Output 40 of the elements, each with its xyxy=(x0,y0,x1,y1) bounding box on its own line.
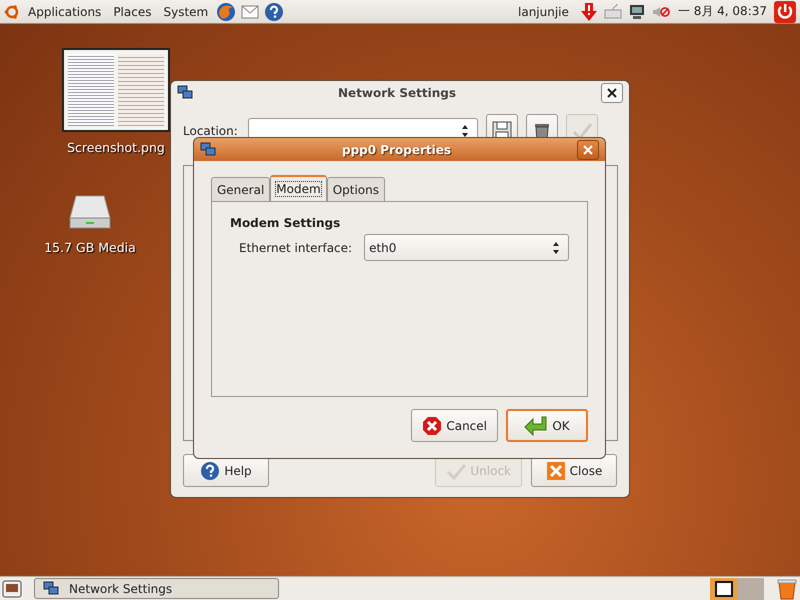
close-button[interactable] xyxy=(577,140,599,160)
close-icon xyxy=(607,88,617,98)
trash-can-icon[interactable] xyxy=(776,578,798,600)
ethernet-interface-dropdown[interactable]: eth0 xyxy=(364,234,569,261)
spin-arrows-icon xyxy=(552,240,560,254)
power-icon[interactable] xyxy=(774,0,796,22)
taskbar-button[interactable]: Network Settings xyxy=(34,578,279,599)
close-button[interactable] xyxy=(601,82,623,102)
help-icon[interactable] xyxy=(264,2,284,22)
enter-arrow-icon xyxy=(524,416,548,436)
close-icon xyxy=(583,144,593,154)
ok-button[interactable]: OK xyxy=(506,409,588,442)
network-icon xyxy=(43,580,59,596)
location-label: Location: xyxy=(183,124,238,138)
close-icon xyxy=(546,460,566,480)
show-desktop-icon[interactable] xyxy=(2,578,22,598)
panel-menu[interactable]: Places xyxy=(109,4,156,18)
workspace-switcher-cell[interactable] xyxy=(710,578,737,600)
window-title: Network Settings xyxy=(337,86,457,100)
workspace-switcher-cell[interactable] xyxy=(737,578,764,600)
screenshot-thumbnail[interactable] xyxy=(62,48,170,132)
desktop-icon-label[interactable]: 15.7 GB Media xyxy=(44,240,136,255)
desktop-icon-label[interactable]: Screenshot.png xyxy=(67,140,165,155)
network-icon xyxy=(177,84,193,100)
cancel-icon xyxy=(422,416,442,436)
cancel-button[interactable]: Cancel xyxy=(411,409,498,442)
tab[interactable]: Modem xyxy=(270,175,327,201)
network-icon xyxy=(200,142,216,158)
panel-menu[interactable]: Applications xyxy=(24,4,106,18)
user-name[interactable]: lanjunjie xyxy=(518,4,569,18)
update-alert-icon[interactable] xyxy=(578,2,599,22)
panel-menu[interactable]: System xyxy=(159,4,212,18)
tab[interactable]: Options xyxy=(326,177,385,201)
spin-arrows-icon xyxy=(460,124,469,138)
tab[interactable]: General xyxy=(211,177,270,201)
clock[interactable]: 一 8月 4, 08:37 xyxy=(678,3,767,20)
section-heading: Modem Settings xyxy=(230,216,342,230)
help-icon xyxy=(200,460,220,480)
ethernet-interface-label: Ethernet interface: xyxy=(239,240,352,254)
dialog-title: ppp0 Properties xyxy=(340,142,452,156)
